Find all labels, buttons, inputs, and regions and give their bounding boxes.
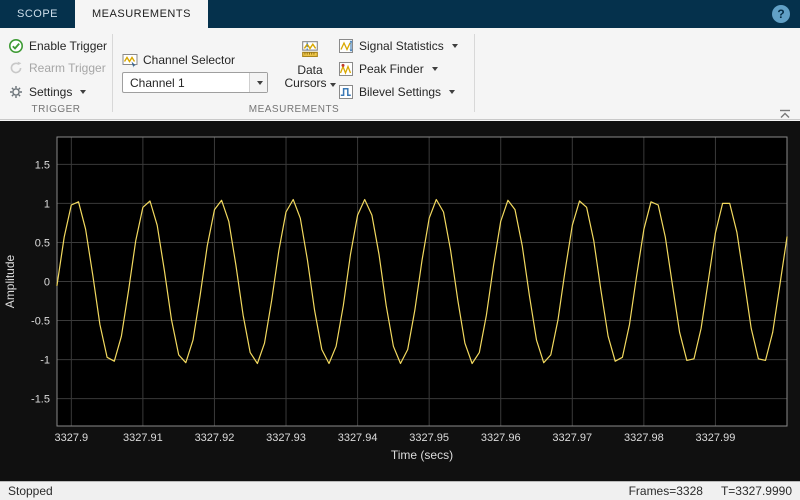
rearm-trigger-label: Rearm Trigger [29,61,106,75]
section-divider [474,34,475,112]
trigger-section-label: TRIGGER [31,104,81,115]
data-cursors-label: Data Cursors [284,63,327,90]
square-wave-icon [339,85,353,99]
svg-text:3327.93: 3327.93 [266,432,306,444]
toolstrip: Enable Trigger Rearm Trigger Settings TR… [0,28,800,120]
svg-text:3327.91: 3327.91 [123,432,163,444]
svg-text:3327.94: 3327.94 [338,432,378,444]
svg-text:-0.5: -0.5 [31,316,50,328]
channel-selector-label: Channel Selector [143,53,236,67]
waveform-chart[interactable]: 3327.9 3327.91 3327.92 3327.93 3327.94 3327.9… [0,121,800,481]
svg-text:-1: -1 [40,355,50,367]
svg-text:-1.5: -1.5 [31,394,50,406]
statistics-chart-icon [339,39,353,53]
caret-down-icon [329,83,336,87]
tab-measurements[interactable]: MEASUREMENTS [75,0,208,28]
svg-text:3327.9: 3327.9 [54,432,88,444]
data-cursors-button[interactable]: Data Cursors [281,34,339,110]
caret-down-icon [449,90,456,94]
time-readout: T=3327.9990 [720,484,792,498]
signal-statistics-button[interactable]: Signal Statistics [338,36,458,56]
caret-down-icon [257,80,263,85]
combobox-arrow[interactable] [249,73,267,92]
svg-text:3327.98: 3327.98 [624,432,664,444]
rearm-trigger-button: Rearm Trigger [8,58,106,78]
svg-text:1.5: 1.5 [35,159,50,171]
caret-down-icon [431,67,438,71]
section-divider [112,34,113,112]
svg-text:Amplitude: Amplitude [3,255,17,309]
peak-finder-label: Peak Finder [359,62,424,76]
status-bar: Stopped Frames=3328 T=3327.9990 [0,481,800,500]
caret-down-icon [80,90,87,94]
svg-text:0.5: 0.5 [35,237,50,249]
status-text: Stopped [8,484,53,498]
svg-text:3327.92: 3327.92 [195,432,235,444]
check-circle-icon [9,39,23,53]
bilevel-settings-label: Bilevel Settings [359,85,442,99]
trigger-settings-button[interactable]: Settings [8,82,87,102]
channel-selector-button[interactable]: Channel Selector [122,50,235,70]
svg-text:3327.97: 3327.97 [552,432,592,444]
caret-down-icon [451,44,458,48]
enable-trigger-button[interactable]: Enable Trigger [8,36,107,56]
channel-combobox-value: Channel 1 [130,75,185,90]
svg-text:3327.96: 3327.96 [481,432,521,444]
svg-text:Time (secs): Time (secs) [391,448,453,462]
signal-statistics-label: Signal Statistics [359,39,444,53]
bilevel-settings-button[interactable]: Bilevel Settings [338,82,456,102]
svg-text:3327.95: 3327.95 [409,432,449,444]
peak-finder-button[interactable]: Peak Finder [338,59,438,79]
trigger-settings-label: Settings [29,85,73,99]
tab-scope[interactable]: SCOPE [0,0,75,28]
svg-text:1: 1 [44,198,50,210]
cursor-ruler-icon [302,41,318,57]
svg-text:0: 0 [44,277,50,289]
frames-counter: Frames=3328 [628,484,703,498]
collapse-toolstrip-icon[interactable] [778,106,792,118]
signal-select-icon [122,54,138,68]
peak-marker-icon [339,62,353,76]
help-button[interactable]: ? [772,5,790,23]
rearm-arrow-icon [10,61,22,74]
channel-combobox[interactable]: Channel 1 [122,72,268,93]
measurements-section-label: MEASUREMENTS [248,104,340,115]
scope-display[interactable]: 3327.9 3327.91 3327.92 3327.93 3327.94 3327.9… [0,121,800,481]
tab-bar: SCOPE MEASUREMENTS ? [0,0,800,28]
enable-trigger-label: Enable Trigger [29,39,108,53]
svg-text:3327.99: 3327.99 [696,432,736,444]
gear-icon [10,86,22,98]
